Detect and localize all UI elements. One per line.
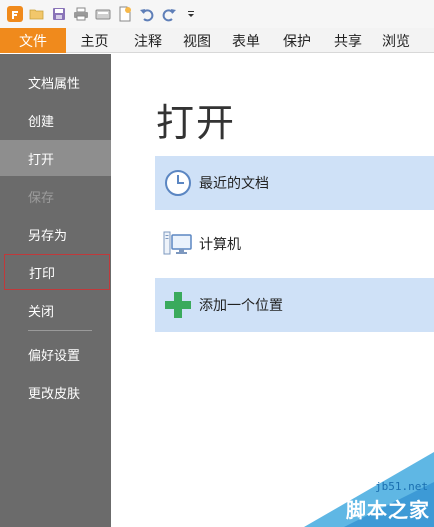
app-logo-icon[interactable] <box>6 6 23 23</box>
customize-dropdown-icon[interactable] <box>182 6 199 23</box>
add-location-label: 添加一个位置 <box>199 298 283 314</box>
sidebar-item-create[interactable]: 创建 <box>0 102 111 138</box>
open-folder-icon[interactable] <box>28 6 45 23</box>
plus-icon <box>163 290 193 320</box>
tab-share[interactable]: 共享 <box>323 28 373 53</box>
recent-documents-option[interactable]: 最近的文档 <box>155 156 434 210</box>
quick-access-toolbar <box>0 0 434 28</box>
watermark-name: 脚本之家 <box>346 498 430 522</box>
recent-documents-label: 最近的文档 <box>199 176 269 192</box>
watermark-url: jb51.net <box>375 480 428 493</box>
computer-icon <box>163 229 193 259</box>
page-title: 打开 <box>156 101 237 145</box>
tab-browse[interactable]: 浏览 <box>373 28 419 53</box>
sidebar-item-document-properties[interactable]: 文档属性 <box>0 64 111 100</box>
tab-home[interactable]: 主页 <box>66 28 123 53</box>
add-location-option[interactable]: 添加一个位置 <box>155 278 434 332</box>
sidebar-divider <box>28 330 92 331</box>
sidebar-item-open[interactable]: 打开 <box>0 140 111 176</box>
sidebar-item-change-skin[interactable]: 更改皮肤 <box>0 374 111 410</box>
tab-view[interactable]: 视图 <box>173 28 221 53</box>
new-doc-icon[interactable] <box>116 6 133 23</box>
save-disk-icon[interactable] <box>50 6 67 23</box>
tab-protect[interactable]: 保护 <box>271 28 323 53</box>
sidebar-item-close[interactable]: 关闭 <box>0 292 111 328</box>
tab-file[interactable]: 文件 <box>0 28 66 53</box>
sidebar-item-print[interactable]: 打印 <box>4 254 110 290</box>
backstage-sidebar: 文档属性 创建 打开 保存 另存为 打印 关闭 偏好设置 更改皮肤 <box>0 54 111 527</box>
sidebar-item-preferences[interactable]: 偏好设置 <box>0 336 111 372</box>
redo-icon[interactable] <box>160 6 177 23</box>
clock-icon <box>163 168 193 198</box>
computer-option[interactable]: 计算机 <box>155 217 434 271</box>
scan-icon[interactable] <box>94 6 111 23</box>
tab-form[interactable]: 表单 <box>221 28 271 53</box>
sidebar-item-save: 保存 <box>28 190 55 206</box>
ribbon-tabs: 文件 主页 注释 视图 表单 保护 共享 浏览 <box>0 28 434 53</box>
tab-comment[interactable]: 注释 <box>123 28 173 53</box>
watermark: jb51.net 脚本之家 <box>304 452 434 527</box>
computer-label: 计算机 <box>199 237 241 253</box>
undo-icon[interactable] <box>138 6 155 23</box>
sidebar-item-save-as[interactable]: 另存为 <box>0 216 111 252</box>
print-icon[interactable] <box>72 6 89 23</box>
